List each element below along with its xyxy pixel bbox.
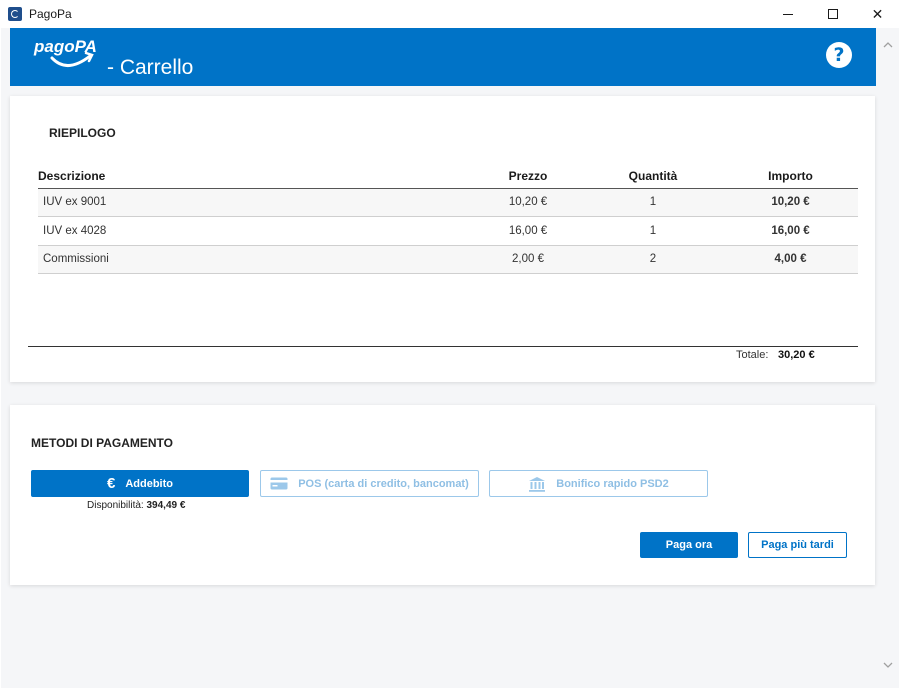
method-bonifico-label: Bonifico rapido PSD2 xyxy=(556,477,669,490)
euro-icon: € xyxy=(106,475,116,492)
row-description: Commissioni xyxy=(38,245,418,274)
row-description: IUV ex 4028 xyxy=(38,216,418,246)
maximize-icon xyxy=(827,9,838,19)
method-bonifico-button[interactable]: Bonifico rapido PSD2 xyxy=(489,470,708,497)
row-quantity: 2 xyxy=(583,245,723,274)
close-icon: ✕ xyxy=(871,5,884,22)
window-titlebar: PagoPa ✕ xyxy=(0,0,900,28)
summary-card: RIEPILOGO Descrizione Prezzo Quantità Im… xyxy=(10,96,875,382)
scroll-up-icon[interactable] xyxy=(883,40,893,50)
column-header-quantity: Quantità xyxy=(583,164,723,189)
method-pos-button[interactable]: POS (carta di credito, bancomat) xyxy=(260,470,479,497)
pay-later-button[interactable]: Paga più tardi xyxy=(748,532,847,558)
app-content: pagoPA - Carrello ? RIEPILOGO Descrizion… xyxy=(1,28,899,688)
page-title: - Carrello xyxy=(107,56,194,79)
availability-text: Disponibilità: 394,49 € xyxy=(87,500,185,511)
app-header: pagoPA - Carrello ? xyxy=(10,28,876,86)
payment-methods-title: METODI DI PAGAMENTO xyxy=(31,436,174,450)
row-price: 16,00 € xyxy=(418,216,583,246)
minimize-icon xyxy=(782,13,793,15)
cart-table-header: Descrizione Prezzo Quantità Importo xyxy=(38,164,858,189)
total-label: Totale: xyxy=(736,349,769,361)
row-amount: 4,00 € xyxy=(723,245,858,274)
row-amount: 16,00 € xyxy=(723,216,858,246)
column-header-amount: Importo xyxy=(723,164,858,189)
maximize-button[interactable] xyxy=(810,0,855,28)
window-title: PagoPa xyxy=(29,7,72,21)
table-row: IUV ex 9001 10,20 € 1 10,20 € xyxy=(38,188,858,217)
row-price: 2,00 € xyxy=(418,245,583,274)
scroll-down-icon[interactable] xyxy=(883,660,893,670)
pagopa-logo: pagoPA xyxy=(33,37,97,67)
payment-methods-card: METODI DI PAGAMENTO € Addebito POS (cart… xyxy=(10,405,875,585)
table-row: IUV ex 4028 16,00 € 1 16,00 € xyxy=(38,216,858,246)
row-quantity: 1 xyxy=(583,216,723,246)
table-row: Commissioni 2,00 € 2 4,00 € xyxy=(38,245,858,274)
total-value: 30,20 € xyxy=(778,349,815,361)
method-addebito-label: Addebito xyxy=(125,477,173,490)
minimize-button[interactable] xyxy=(765,0,810,28)
window-controls: ✕ xyxy=(765,0,900,28)
total-divider xyxy=(28,346,858,347)
cart-table: Descrizione Prezzo Quantità Importo IUV … xyxy=(38,164,858,274)
method-addebito-button[interactable]: € Addebito xyxy=(31,470,249,497)
method-pos-label: POS (carta di credito, bancomat) xyxy=(298,477,469,490)
column-header-price: Prezzo xyxy=(418,164,583,189)
close-button[interactable]: ✕ xyxy=(855,0,900,28)
row-description: IUV ex 9001 xyxy=(38,188,418,217)
vertical-scrollbar[interactable] xyxy=(877,28,899,688)
summary-title: RIEPILOGO xyxy=(49,126,116,140)
row-quantity: 1 xyxy=(583,188,723,217)
availability-value: 394,49 € xyxy=(146,500,186,511)
pay-now-button[interactable]: Paga ora xyxy=(640,532,738,558)
row-price: 10,20 € xyxy=(418,188,583,217)
column-header-description: Descrizione xyxy=(38,164,418,189)
row-amount: 10,20 € xyxy=(723,188,858,217)
credit-card-icon xyxy=(270,477,288,490)
availability-label: Disponibilità: xyxy=(87,500,144,511)
pagopa-app-icon xyxy=(8,7,22,21)
bank-icon xyxy=(528,476,546,492)
help-icon[interactable]: ? xyxy=(826,42,852,68)
